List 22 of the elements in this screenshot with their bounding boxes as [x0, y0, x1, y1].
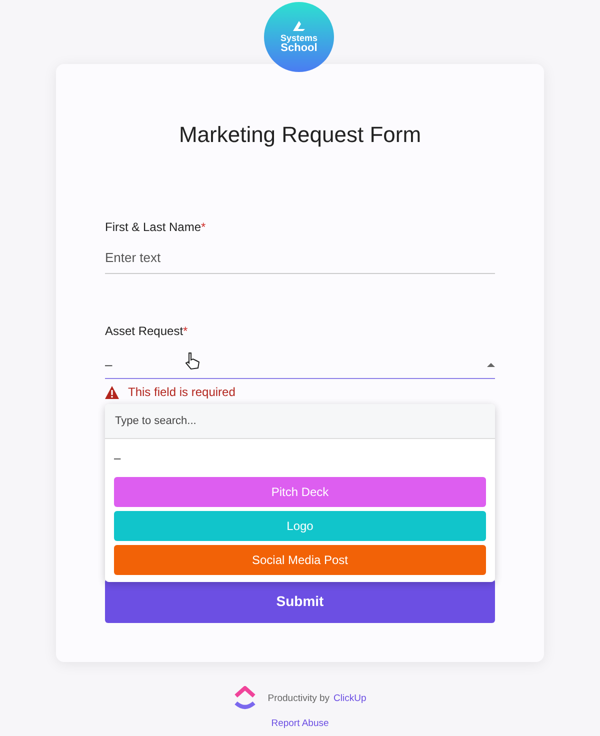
footer-text: Productivity by — [268, 692, 330, 704]
caret-icon — [487, 362, 495, 366]
logo: Systems School — [264, 2, 334, 72]
required-mark: * — [201, 220, 206, 234]
logo-icon — [291, 20, 307, 32]
form-title: Marketing Request Form — [178, 122, 422, 148]
field-label: First & Last Name — [105, 220, 202, 234]
dropdown-option[interactable]: Social Media Post — [114, 545, 486, 575]
error-message: This field is required — [128, 385, 236, 399]
clickup-logo-icon — [234, 686, 256, 710]
search-field[interactable]: Type to search... — [105, 404, 495, 439]
report-abuse-link[interactable]: Report Abuse — [271, 718, 329, 729]
dropdown-option[interactable]: – — [114, 451, 121, 465]
field-label: Asset Request — [105, 324, 184, 338]
warning-icon — [105, 386, 119, 398]
name-input[interactable]: Enter text — [105, 246, 495, 274]
hand-cursor-icon — [184, 352, 200, 370]
required-mark: * — [183, 324, 188, 338]
clickup-link[interactable]: ClickUp — [334, 692, 366, 704]
submit-button[interactable]: Submit — [105, 579, 495, 623]
select-field[interactable]: – — [105, 350, 495, 379]
dropdown-option[interactable]: Pitch Deck — [114, 477, 486, 507]
